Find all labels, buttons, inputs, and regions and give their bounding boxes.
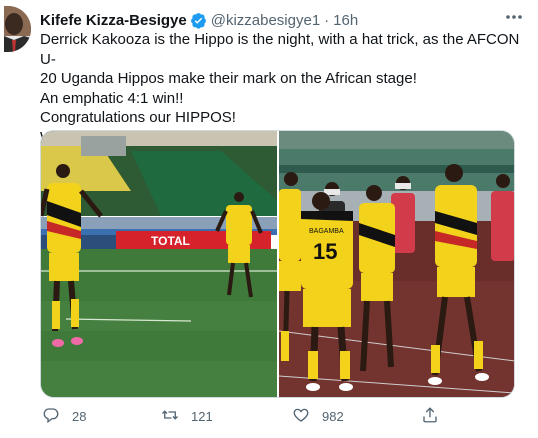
retweet-count: 121 [191,408,213,424]
like-button[interactable]: 982 [292,406,344,427]
author-handle[interactable]: @kizzabesigye1 [211,12,320,29]
tweet-timestamp[interactable]: 16h [333,12,358,29]
shirt-number: 15 [313,239,337,264]
author-name[interactable]: Kifefe Kizza-Besigye [40,12,187,29]
separator-dot: · [324,11,330,29]
media-photo-left[interactable]: TOTAL [41,131,277,397]
share-button[interactable] [421,406,439,427]
verified-badge-icon [190,12,207,29]
like-icon [292,406,310,427]
tweet-actions: 28 121 982 [40,404,510,428]
retweet-icon [161,406,179,427]
reply-count: 28 [72,408,87,424]
like-count: 982 [322,408,344,424]
ad-board-text: TOTAL [151,234,190,248]
reply-icon [42,406,60,427]
avatar[interactable] [4,6,31,52]
tweet-text-line: An emphatic 4:1 win!! [40,89,184,107]
more-icon[interactable] [504,10,524,24]
tweet-text-line: Congratulations our HIPPOS! [40,109,236,126]
tweet-media[interactable]: TOTAL BAGAMBA 15 [40,130,515,398]
tweet-header: Kifefe Kizza-Besigye @kizzabesigye1 · 16… [40,10,358,30]
shirt-name: BAGAMBA [309,228,344,235]
tweet[interactable]: Kifefe Kizza-Besigye @kizzabesigye1 · 16… [0,0,538,438]
tweet-text-line: Derrick Kakooza is the Hippo is the nigh… [40,31,520,68]
media-photo-right[interactable]: BAGAMBA 15 [279,131,514,397]
reply-button[interactable]: 28 [42,406,86,427]
share-icon [421,406,439,427]
tweet-text-line: 20 Uganda Hippos make their mark on the … [40,70,417,87]
retweet-button[interactable]: 121 [161,406,213,427]
